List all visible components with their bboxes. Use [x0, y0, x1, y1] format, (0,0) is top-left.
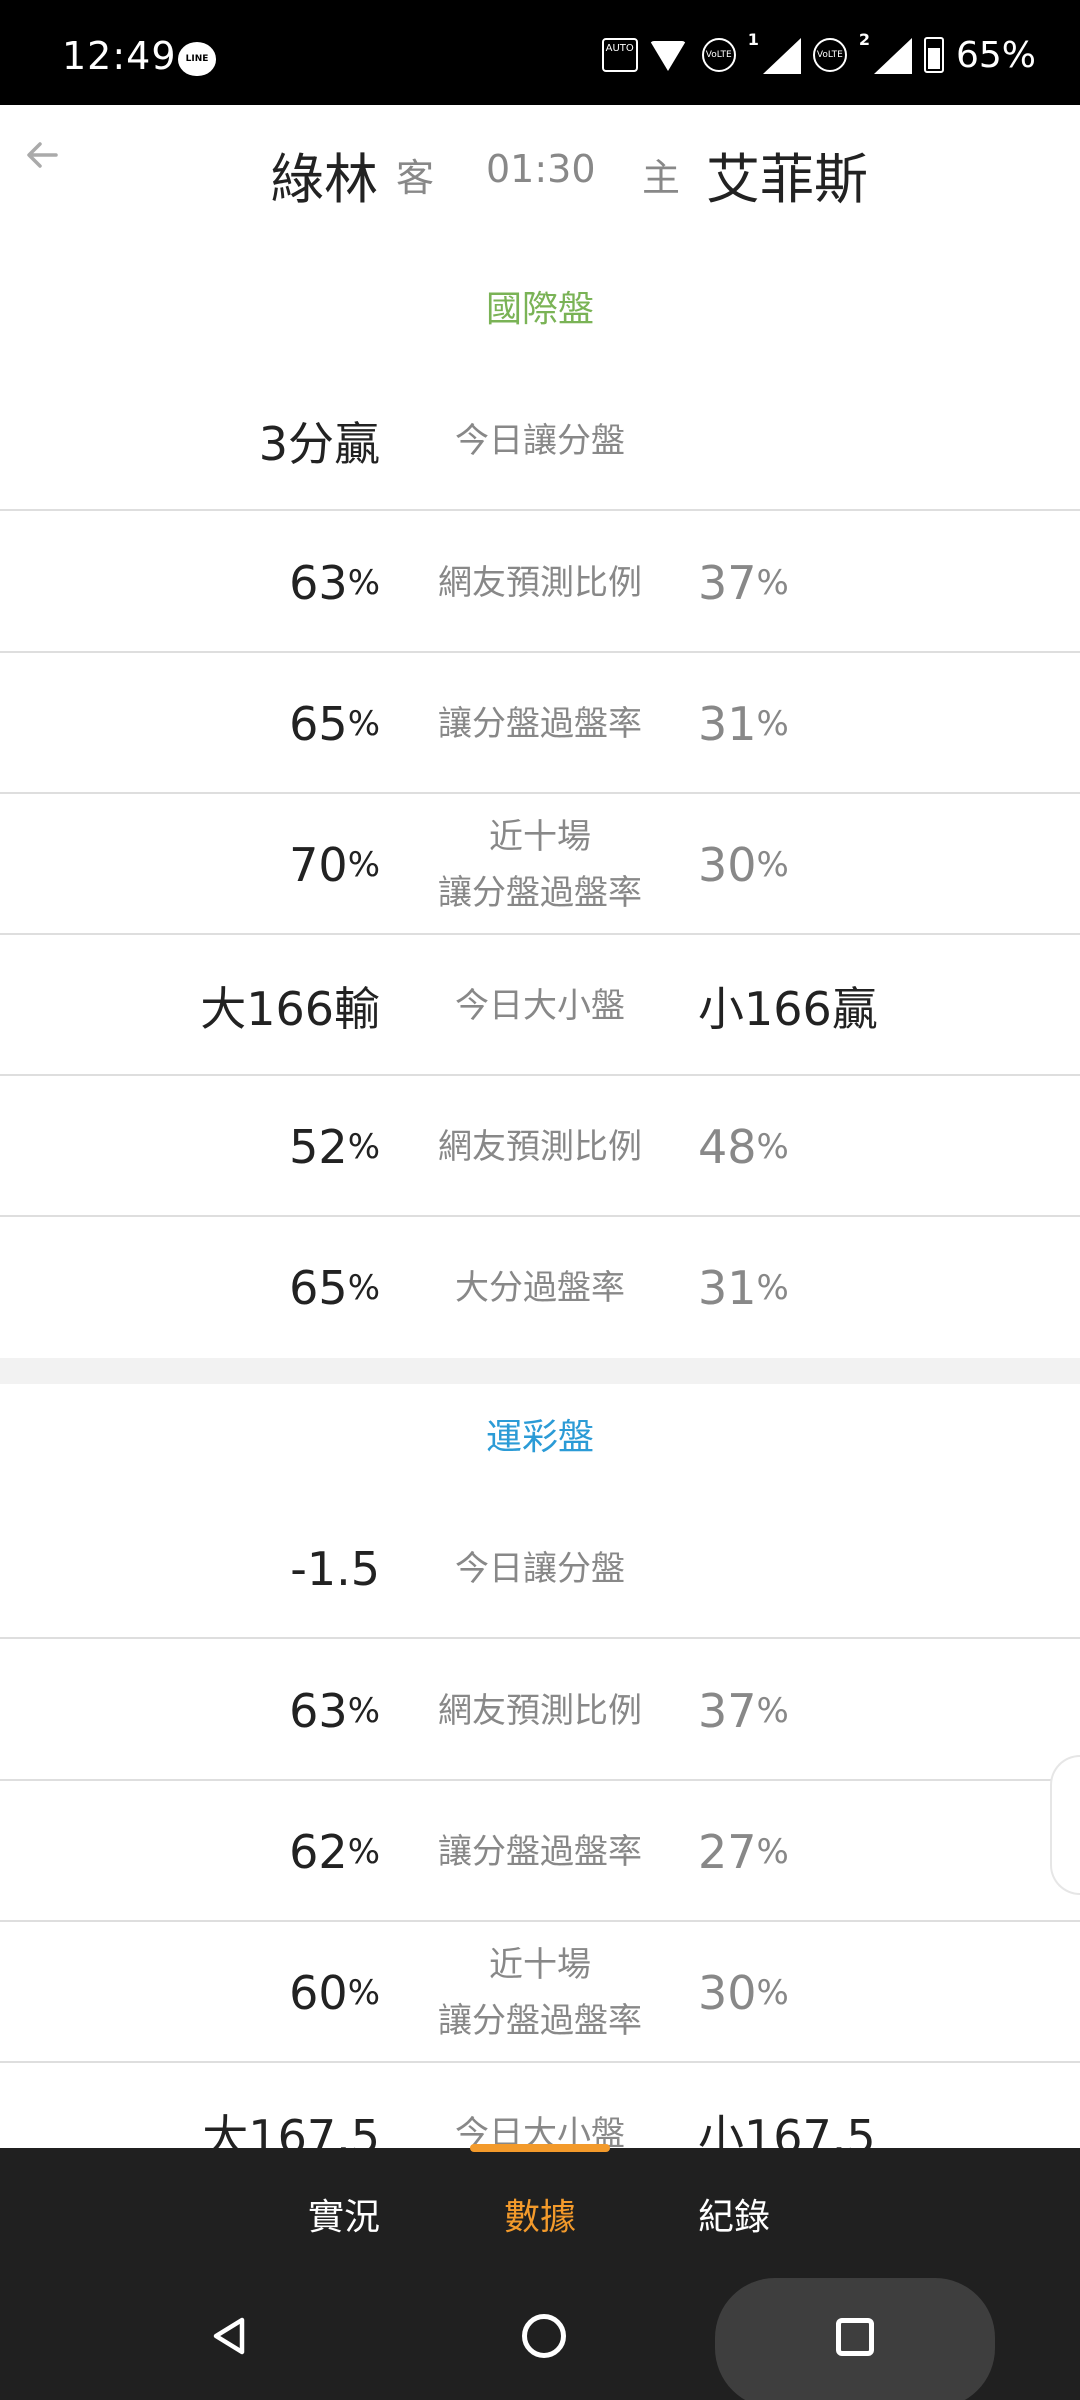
- line-app-icon: LINE: [178, 42, 216, 76]
- odds-row: 大166輸 今日大小盤 小166贏: [0, 935, 1080, 1076]
- row-label: 近十場 讓分盤過盤率: [438, 1944, 642, 2041]
- right-value: 31%: [698, 696, 789, 751]
- left-value: 65%: [289, 1260, 380, 1315]
- odds-row: -1.5 今日讓分盤: [0, 1498, 1080, 1639]
- away-team-name: 綠林: [270, 148, 378, 211]
- battery-percent: 65%: [955, 34, 1036, 76]
- tab-records[interactable]: 紀錄: [698, 2188, 770, 2240]
- sim1-label: 1: [747, 30, 759, 49]
- nav-back-icon[interactable]: [210, 2316, 250, 2356]
- right-value: 48%: [698, 1119, 789, 1174]
- tab-stats[interactable]: 數據: [504, 2188, 576, 2240]
- row-label: 今日大小盤: [455, 985, 625, 1026]
- row-label: 網友預測比例: [438, 1690, 642, 1731]
- left-value: 3分贏: [258, 416, 380, 471]
- lottery-section-title: 運彩盤: [485, 1417, 594, 1458]
- nav-recents-icon[interactable]: [836, 2318, 874, 2356]
- left-value: 52%: [289, 1119, 380, 1174]
- home-team-name: 艾菲斯: [706, 148, 868, 211]
- row-label: 大分過盤率: [455, 1267, 625, 1308]
- odds-row: 65% 大分過盤率 31%: [0, 1217, 1080, 1358]
- odds-row: 65% 讓分盤過盤率 31%: [0, 653, 1080, 794]
- nav-home-icon[interactable]: [522, 2314, 566, 2358]
- match-time: 01:30: [486, 147, 596, 191]
- signal-icon: [872, 36, 912, 74]
- left-value: 60%: [289, 1965, 380, 2020]
- left-value: 63%: [289, 555, 380, 610]
- left-value: 大166輸: [200, 981, 380, 1036]
- odds-row: 52% 網友預測比例 48%: [0, 1076, 1080, 1217]
- wifi-icon: [649, 37, 690, 73]
- auto-hz-icon: AUTO: [601, 38, 638, 72]
- edge-panel-handle[interactable]: [1050, 1755, 1080, 1895]
- row-label: 網友預測比例: [438, 1126, 642, 1167]
- odds-row: 60% 近十場 讓分盤過盤率 30%: [0, 1922, 1080, 2063]
- odds-row: 63% 網友預測比例 37%: [0, 1640, 1080, 1781]
- section-divider: [0, 1358, 1080, 1384]
- status-icons: AUTO VoLTE 1 VoLTE 2 65%: [601, 30, 1036, 80]
- active-tab-indicator: [470, 2144, 610, 2152]
- row-label: 近十場 讓分盤過盤率: [438, 816, 642, 913]
- system-nav-bar: [0, 2278, 1080, 2400]
- left-value: 70%: [289, 837, 380, 892]
- volte-icon: VoLTE: [812, 38, 847, 72]
- back-arrow-icon[interactable]: [22, 135, 62, 175]
- bottom-tab-bar: 實況 數據 紀錄: [0, 2144, 1080, 2278]
- right-value: 小166贏: [698, 981, 878, 1036]
- row-label: 讓分盤過盤率: [438, 1831, 642, 1872]
- sim2-label: 2: [858, 30, 870, 49]
- right-value: 31%: [698, 1260, 789, 1315]
- row-label: 今日讓分盤: [455, 420, 625, 461]
- row-label: 讓分盤過盤率: [438, 703, 642, 744]
- odds-row: 62% 讓分盤過盤率 27%: [0, 1781, 1080, 1922]
- left-value: 65%: [289, 696, 380, 751]
- row-label: 今日讓分盤: [455, 1548, 625, 1589]
- signal-icon: [761, 36, 801, 74]
- volte-icon: VoLTE: [701, 38, 736, 72]
- international-section-title: 國際盤: [485, 289, 594, 330]
- right-value: 37%: [698, 1683, 789, 1738]
- right-value: 30%: [698, 837, 789, 892]
- right-value: 37%: [698, 555, 789, 610]
- odds-row: 63% 網友預測比例 37%: [0, 512, 1080, 653]
- left-value: 62%: [289, 1824, 380, 1879]
- match-header: 綠林 客 01:30 主 艾菲斯: [0, 105, 1080, 235]
- status-time: 12:49: [62, 34, 177, 78]
- right-value: 27%: [698, 1824, 789, 1879]
- odds-row: 3分贏 今日讓分盤: [0, 370, 1080, 511]
- battery-icon: [923, 37, 944, 73]
- left-value: -1.5: [290, 1541, 380, 1596]
- row-label: 網友預測比例: [438, 562, 642, 603]
- right-value: 30%: [698, 1965, 789, 2020]
- odds-row: 70% 近十場 讓分盤過盤率 30%: [0, 794, 1080, 935]
- left-value: 63%: [289, 1683, 380, 1738]
- away-tag: 客: [396, 156, 435, 200]
- tab-live[interactable]: 實況: [308, 2188, 380, 2240]
- home-tag: 主: [642, 156, 681, 200]
- status-bar: 12:49 LINE AUTO VoLTE 1 VoLTE 2 65%: [0, 0, 1080, 105]
